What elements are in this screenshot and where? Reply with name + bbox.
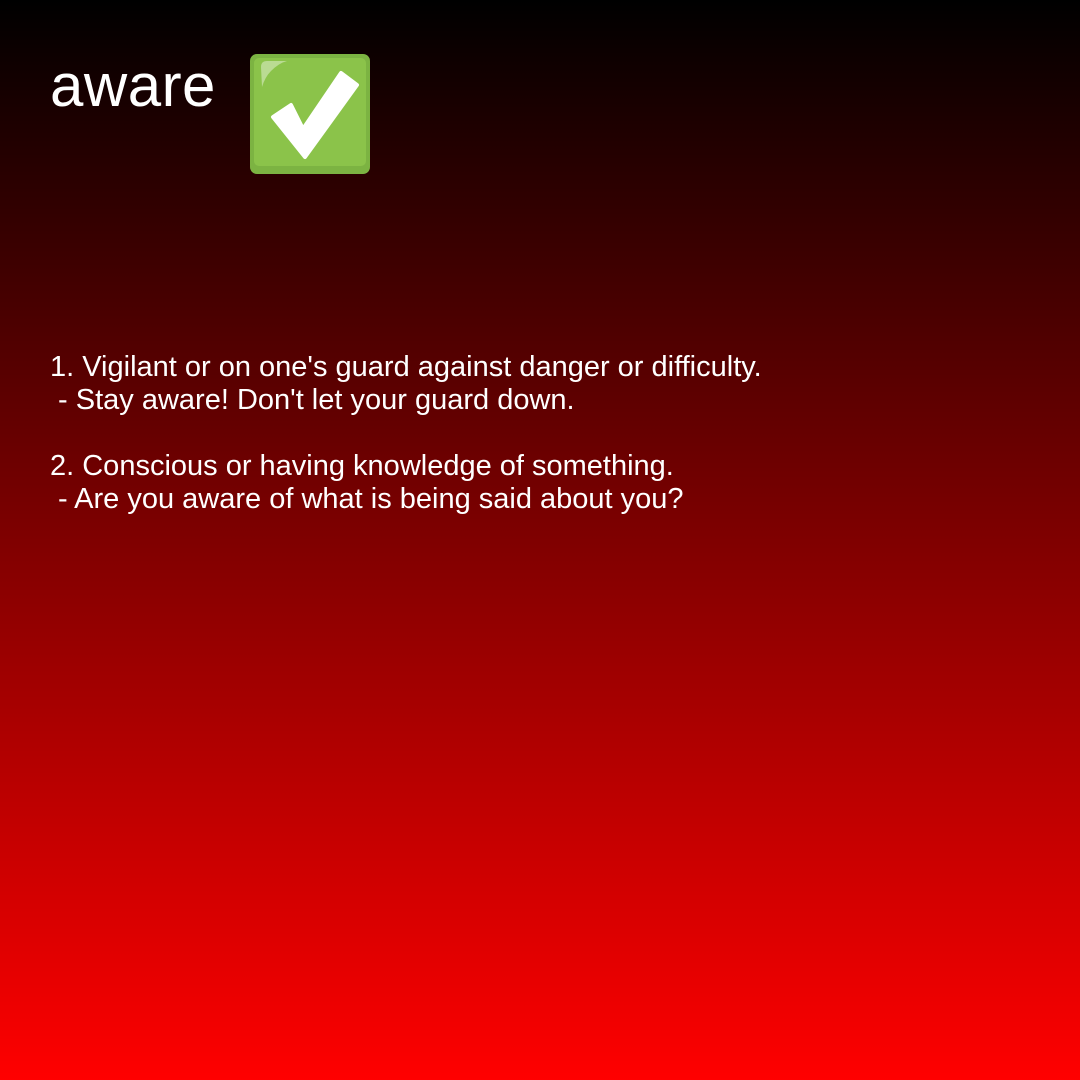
header: aware <box>50 53 371 175</box>
definition-text: 1. Vigilant or on one's guard against da… <box>50 351 762 383</box>
example-text: - Stay aware! Don't let your guard down. <box>50 384 575 416</box>
definition-item: 1. Vigilant or on one's guard against da… <box>50 351 1030 417</box>
definition-text: 2. Conscious or having knowledge of some… <box>50 450 674 482</box>
word-title: aware <box>50 52 216 119</box>
definitions-list: 1. Vigilant or on one's guard against da… <box>50 351 1030 516</box>
example-text: - Are you aware of what is being said ab… <box>50 483 684 515</box>
definition-item: 2. Conscious or having knowledge of some… <box>50 450 1030 516</box>
check-mark-button-icon <box>249 54 370 174</box>
